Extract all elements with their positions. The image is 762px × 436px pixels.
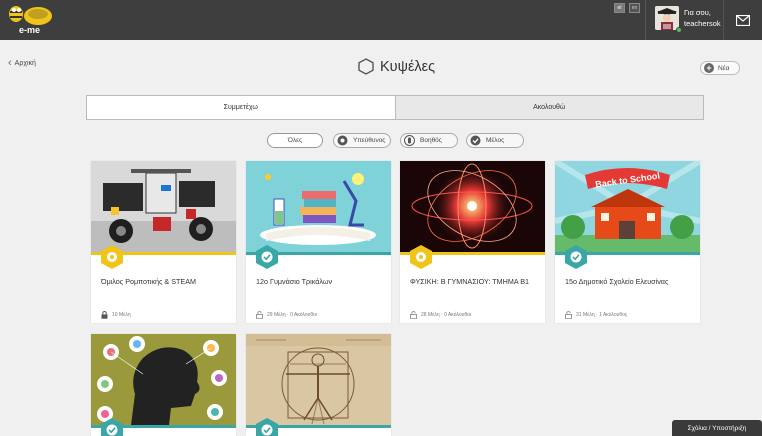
card-meta-text: 31 Μέλη · 1 Ακόλουθος <box>576 312 628 318</box>
member-badge <box>565 245 587 269</box>
back-label: Αρχική <box>14 59 36 67</box>
new-hive-button[interactable]: + Νέα <box>700 61 740 75</box>
gear-icon <box>337 135 348 146</box>
member-badge <box>256 245 278 269</box>
user-menu[interactable]: Για σου, teachersok <box>645 0 723 40</box>
envelope-icon <box>736 14 750 26</box>
filter-owner-label: Υπεύθυνος <box>353 137 386 144</box>
online-status-dot <box>676 27 682 33</box>
card-title[interactable]: Όμιλος Ρομποτικής & STEAM <box>101 277 196 286</box>
page-title: Κυψέλες <box>380 58 436 75</box>
messages-button[interactable] <box>723 0 762 40</box>
lang-el-button[interactable]: el <box>614 3 625 13</box>
card-meta-text: 10 Μέλη <box>112 312 131 318</box>
hive-card[interactable]: ΦΥΣΙΚΗ: Β ΓΥΜΝΑΣΙΟΥ: ΤΜΗΜΑ Β1 28 Μέλη · … <box>400 161 545 323</box>
filter-member[interactable]: Μέλος <box>466 133 524 148</box>
filter-all[interactable]: Όλες <box>267 133 323 148</box>
unlock-icon <box>410 311 417 319</box>
tab-participating[interactable]: Συμμετέχω <box>87 96 395 119</box>
avatar[interactable] <box>655 6 679 30</box>
hive-card[interactable]: Back to School 15ο Δημοτικό Σχολείο Ελευ… <box>555 161 700 323</box>
new-button-label: Νέα <box>718 64 730 72</box>
filter-assistant[interactable]: Βοηθός <box>400 133 458 148</box>
hive-card[interactable]: 12ο Γυμνάσιο Τρικάλων 29 Μέλη · 0 Ακόλου… <box>246 161 391 323</box>
card-image <box>246 334 391 425</box>
hive-card[interactable] <box>91 334 236 436</box>
greeting-line: Για σου, <box>684 8 711 17</box>
card-meta-text: 28 Μέλη · 0 Ακόλουθοι <box>421 312 472 318</box>
check-icon <box>470 135 481 146</box>
tab-bar: Συμμετέχω Ακολουθώ <box>86 95 704 120</box>
plus-icon: + <box>704 63 714 73</box>
card-meta-text: 29 Μέλη · 0 Ακόλουθοι <box>267 312 318 318</box>
card-meta: 29 Μέλη · 0 Ακόλουθοι <box>256 311 317 319</box>
username: teachersok <box>684 19 721 28</box>
hand-icon <box>404 135 415 146</box>
unlock-icon <box>565 311 572 319</box>
member-badge <box>256 418 278 436</box>
card-image: Back to School <box>555 161 700 252</box>
hive-card[interactable]: Όμιλος Ρομποτικής & STEAM 10 Μέλη <box>91 161 236 323</box>
card-title[interactable]: ΦΥΣΙΚΗ: Β ΓΥΜΝΑΣΙΟΥ: ΤΜΗΜΑ Β1 <box>410 277 529 286</box>
logo-text: e-me <box>19 25 40 35</box>
page-heading: Κυψέλες <box>358 58 435 75</box>
card-image <box>246 161 391 252</box>
member-badge <box>101 418 123 436</box>
filter-owner[interactable]: Υπεύθυνος <box>333 133 391 148</box>
unlock-icon <box>256 311 263 319</box>
feedback-support-button[interactable]: Σχόλια / Υποστήριξη <box>672 420 762 436</box>
e-me-logo[interactable]: e-me <box>4 2 56 36</box>
card-meta: 10 Μέλη <box>101 311 131 319</box>
card-image <box>91 334 236 425</box>
top-bar: e-me el en Για σου, teachersok <box>0 0 762 40</box>
user-greeting: Για σου, teachersok <box>684 7 721 29</box>
filter-all-label: Όλες <box>287 137 303 144</box>
chevron-left-icon: ‹ <box>8 57 12 69</box>
card-meta: 31 Μέλη · 1 Ακόλουθος <box>565 311 627 319</box>
card-title[interactable]: 15ο Δημοτικό Σχολείο Ελευσίνας <box>565 277 668 286</box>
filter-member-label: Μέλος <box>486 137 505 144</box>
owner-badge <box>101 245 123 269</box>
filter-assistant-label: Βοηθός <box>420 137 442 144</box>
card-image <box>400 161 545 252</box>
tab-following[interactable]: Ακολουθώ <box>394 96 703 119</box>
lock-icon <box>101 311 108 319</box>
card-image <box>91 161 236 252</box>
owner-badge <box>410 245 432 269</box>
card-meta: 28 Μέλη · 0 Ακόλουθοι <box>410 311 471 319</box>
hexagon-icon <box>358 58 374 75</box>
hive-card[interactable] <box>246 334 391 436</box>
lang-en-button[interactable]: en <box>629 3 640 13</box>
back-link[interactable]: ‹ Αρχική <box>8 57 36 69</box>
card-title[interactable]: 12ο Γυμνάσιο Τρικάλων <box>256 277 332 286</box>
